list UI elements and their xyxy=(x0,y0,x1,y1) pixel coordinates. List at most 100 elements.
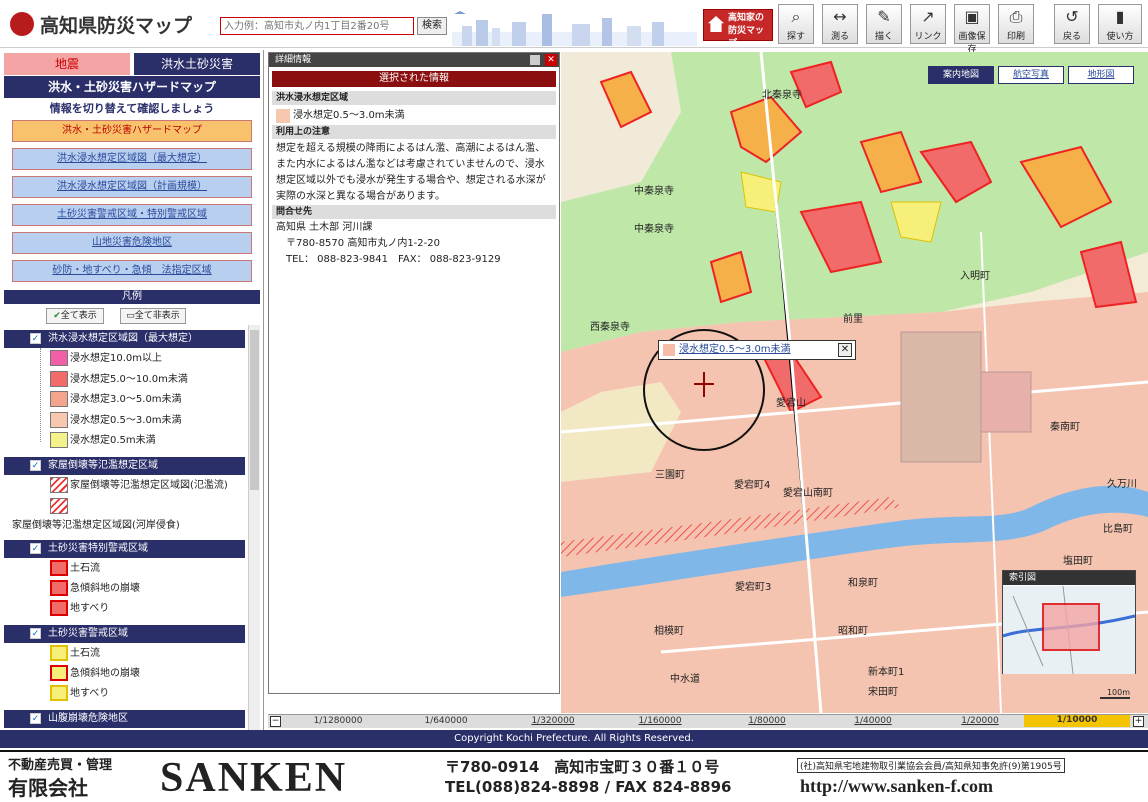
legend-swatch xyxy=(50,560,68,576)
layer-button-flood-plan[interactable]: 洪水浸水想定区域図（計画規模） xyxy=(12,176,252,198)
zoom-level[interactable]: 1/320000 xyxy=(523,716,583,726)
map-place-label: 愛宕山 xyxy=(776,398,806,409)
tool-print-button[interactable]: ⎙ 印刷 xyxy=(998,4,1034,44)
map-type-aerial[interactable]: 航空写真 xyxy=(998,66,1064,84)
legend-swatch xyxy=(50,432,68,448)
zoom-scale-bar: − 1/1280000 1/640000 1/320000 1/160000 1… xyxy=(268,714,1148,728)
legend-group-flood-max[interactable]: ✓ 洪水浸水想定区域図（最大想定） xyxy=(4,330,245,348)
legend-group-label: 家屋倒壊等氾濫想定区域 xyxy=(48,460,158,471)
scrollbar-thumb[interactable] xyxy=(250,330,259,490)
contact-address: 〒780-8570 高知市丸ノ内1-2-20 xyxy=(286,238,440,249)
footer-url[interactable]: http://www.sanken-f.com xyxy=(800,776,993,797)
footer-association: (社)高知県宅地建物取引業協会会員/高知県知事免許(9)第1905号 xyxy=(797,758,1065,773)
map-place-label: 愛宕町3 xyxy=(735,582,772,593)
check-icon: ✔ xyxy=(53,311,61,321)
layer-button-erosion-control[interactable]: 砂防・地すべり・急傾 法指定区域 xyxy=(12,260,252,282)
tool-search-button[interactable]: ⌕ 探す xyxy=(778,4,814,44)
tool-measure-button[interactable]: ↔ 測る xyxy=(822,4,858,44)
legend-swatch xyxy=(50,412,68,428)
popup-link[interactable]: 浸水想定0.5～3.0m未満 xyxy=(679,344,791,355)
panel-title: 洪水・土砂災害ハザードマップ xyxy=(4,76,260,98)
contact-phone: TEL： 088-823-9841 FAX： 088-823-9129 xyxy=(286,254,501,265)
hide-all-button[interactable]: ▭全て非表示 xyxy=(120,308,186,324)
legend-swatch xyxy=(50,391,68,407)
map-place-label: 久万川 xyxy=(1107,479,1137,490)
zoom-level-active[interactable]: 1/10000 xyxy=(1024,715,1130,727)
map-place-label: 愛宕町4 xyxy=(734,480,771,491)
legend-item: 地すべり xyxy=(70,688,110,699)
map-info-popup[interactable]: 浸水想定0.5～3.0m未満 xyxy=(658,340,856,360)
search-button[interactable]: 検索 xyxy=(417,17,447,35)
legend-group-landslide-warning[interactable]: ✓ 土砂災害警戒区域 xyxy=(4,625,245,643)
map-type-guide[interactable]: 案内地図 xyxy=(928,66,994,84)
legend-group-house-collapse[interactable]: ✓ 家屋倒壊等氾濫想定区域 xyxy=(4,457,245,475)
legend-swatch xyxy=(50,600,68,616)
close-icon[interactable]: ✕ xyxy=(545,54,557,66)
section-usage-notes: 利用上の注意 xyxy=(272,125,556,139)
checkbox[interactable]: ✓ xyxy=(30,713,41,724)
map-place-label: 愛宕山南町 xyxy=(783,488,833,499)
legend-item: 急傾斜地の崩壊 xyxy=(70,583,140,594)
map-place-label: 西秦泉寺 xyxy=(590,322,630,333)
popup-close-icon[interactable]: ✕ xyxy=(838,343,852,357)
map-place-label: 中秦泉寺 xyxy=(634,186,674,197)
popup-swatch xyxy=(663,344,675,356)
tab-flood-landslide[interactable]: 洪水土砂災害 xyxy=(134,53,260,75)
legend-item: 浸水想定10.0m以上 xyxy=(70,353,163,364)
scale-bar: 100m xyxy=(1100,688,1130,699)
map-place-label: 入明町 xyxy=(960,271,990,282)
pen-icon: ✎ xyxy=(877,7,891,26)
layer-button-landslide-zones[interactable]: 土砂災害警戒区域・特別警戒区域 xyxy=(12,204,252,226)
checkbox[interactable]: ✓ xyxy=(30,628,41,639)
printer-icon: ⎙ xyxy=(1009,7,1023,26)
home-disaster-map-button[interactable]: 高知家の防災マップ xyxy=(703,9,773,49)
zoom-in-button[interactable]: + xyxy=(1133,716,1144,727)
legend-swatch xyxy=(50,645,68,661)
map-place-label: 塩田町 xyxy=(1063,556,1093,567)
contact-org: 高知県 土木部 河川課 xyxy=(276,222,373,233)
ruler-icon: ↔ xyxy=(833,7,847,26)
address-search-input[interactable] xyxy=(220,17,414,35)
tool-draw-button[interactable]: ✎ 描く xyxy=(866,4,902,44)
tool-back-button[interactable]: ↺ 戻る xyxy=(1054,4,1090,44)
legend-group-landslide-special[interactable]: ✓ 土砂災害特別警戒区域 xyxy=(4,540,245,558)
legend-scrollbar[interactable] xyxy=(248,325,260,730)
zoom-level[interactable]: 1/80000 xyxy=(737,716,797,726)
zoom-level[interactable]: 1/160000 xyxy=(630,716,690,726)
tool-link-button[interactable]: ↗ リンク xyxy=(910,4,946,44)
zoom-level[interactable]: 1/20000 xyxy=(950,716,1010,726)
zoom-level[interactable]: 1/640000 xyxy=(416,716,476,726)
tab-earthquake[interactable]: 地震 xyxy=(4,53,130,75)
show-all-button[interactable]: ✔全て表示 xyxy=(46,308,104,324)
index-map-canvas[interactable] xyxy=(1003,586,1135,674)
layer-button-flood-max[interactable]: 洪水浸水想定区域図（最大想定） xyxy=(12,148,252,170)
map-place-label: 昭和町 xyxy=(838,626,868,637)
index-map-title: 索引図 xyxy=(1003,571,1135,585)
legend-group-mountain-collapse[interactable]: ✓ 山腹崩壊危険地区 xyxy=(4,710,245,728)
map-place-label: 北秦泉寺 xyxy=(762,90,802,101)
floppy-icon: ▣ xyxy=(964,7,980,26)
legend-item: 浸水想定0.5～3.0m未満 xyxy=(70,415,182,426)
map-type-topographic[interactable]: 地形図 xyxy=(1068,66,1134,84)
tool-label: 使い方 xyxy=(1106,32,1134,42)
checkbox[interactable]: ✓ xyxy=(30,543,41,554)
legend-group-label: 山腹崩壊危険地区 xyxy=(48,713,128,724)
panel-subtitle: 情報を切り替えて確認しましょう xyxy=(49,102,215,115)
footer-company-type: 有限会社 xyxy=(8,776,88,800)
tool-label: 測る xyxy=(830,32,849,42)
legend-swatch-hatched xyxy=(50,498,68,514)
square-icon: ▭ xyxy=(126,311,135,321)
index-map[interactable] xyxy=(1002,570,1136,674)
zoom-level[interactable]: 1/40000 xyxy=(843,716,903,726)
zoom-level[interactable]: 1/1280000 xyxy=(308,716,368,726)
tool-save-image-button[interactable]: ▣ 画像保存 xyxy=(954,4,990,55)
detail-title: 詳細情報 xyxy=(269,53,559,67)
minimize-icon[interactable] xyxy=(530,55,540,65)
zoom-out-button[interactable]: − xyxy=(270,716,281,727)
tool-help-button[interactable]: ▮ 使い方 xyxy=(1098,4,1142,44)
checkbox[interactable]: ✓ xyxy=(30,460,41,471)
layer-button-hazard-map[interactable]: 洪水・土砂災害ハザードマップ xyxy=(12,120,252,142)
bottle-icon: ▮ xyxy=(1115,7,1125,26)
checkbox[interactable]: ✓ xyxy=(30,333,41,344)
layer-button-mountain-hazard[interactable]: 山地災害危険地区 xyxy=(12,232,252,254)
